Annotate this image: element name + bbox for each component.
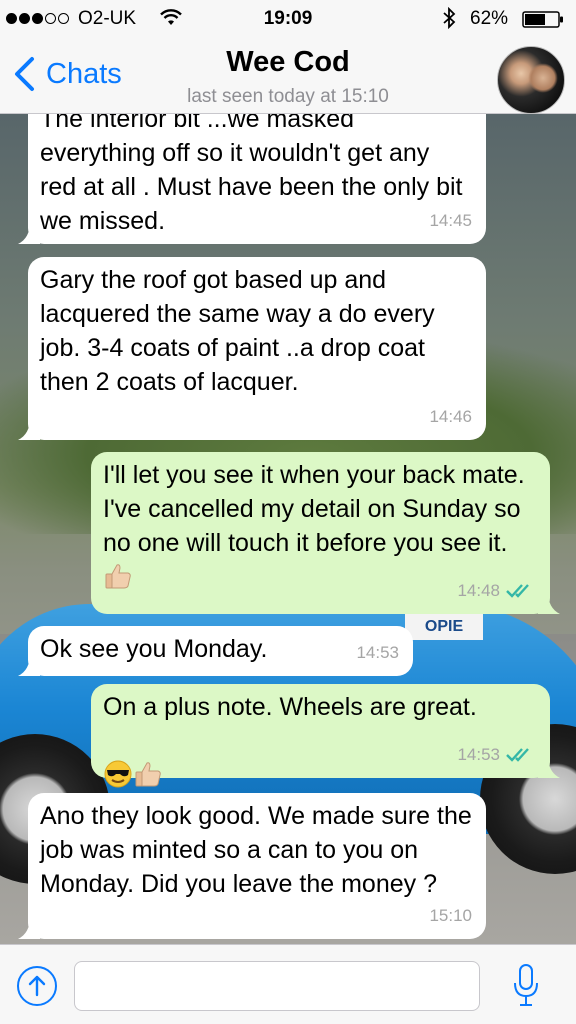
double-check-icon xyxy=(506,584,529,598)
contact-name[interactable]: Wee Cod xyxy=(0,46,576,79)
thumbs-up-emoji xyxy=(105,564,131,589)
message-timestamp: 14:45 xyxy=(429,211,472,230)
last-seen-status: last seen today at 15:10 xyxy=(187,86,389,107)
message-timestamp: 14:53 xyxy=(457,738,536,772)
message-text: Ano they look good. We made sure the job… xyxy=(40,802,472,898)
message-timestamp: 15:10 xyxy=(429,906,472,925)
message-incoming[interactable]: Gary the roof got based up and lacquered… xyxy=(18,257,486,440)
bubble-tail xyxy=(18,222,40,244)
chat-header: Chats Wee Cod last seen today at 15:10 xyxy=(0,38,576,114)
sunglasses-emoji xyxy=(104,760,132,788)
bubble-tail xyxy=(18,917,40,939)
message-incoming[interactable]: Ok see you Monday. 14:53 xyxy=(18,626,413,676)
message-incoming[interactable]: The interior bit ...we masked everything… xyxy=(18,114,486,244)
message-text: Ok see you Monday. xyxy=(40,635,268,663)
message-timestamp: 14:46 xyxy=(429,407,472,426)
bluetooth-icon xyxy=(443,7,456,29)
bubble-tail xyxy=(18,418,40,440)
bubble-tail xyxy=(18,654,40,676)
bubble-tail xyxy=(538,756,560,778)
message-timestamp: 14:48 xyxy=(457,574,536,608)
contact-avatar[interactable] xyxy=(497,46,565,114)
message-composer xyxy=(0,944,576,1024)
message-timestamp: 14:53 xyxy=(356,643,399,662)
message-text: The interior bit ...we masked everything… xyxy=(40,114,463,235)
battery-icon xyxy=(522,11,563,28)
message-outgoing[interactable]: I'll let you see it when your back mate.… xyxy=(91,452,560,614)
message-input[interactable] xyxy=(74,961,480,1011)
thumbs-up-emoji xyxy=(135,762,161,787)
attach-icon[interactable] xyxy=(16,965,58,1007)
message-outgoing[interactable]: On a plus note. Wheels are great. 14:53 xyxy=(91,684,560,788)
status-bar: O2-UK 19:09 62% xyxy=(0,0,576,38)
message-text: Gary the roof got based up and lacquered… xyxy=(40,266,435,396)
message-incoming[interactable]: Ano they look good. We made sure the job… xyxy=(18,793,486,939)
message-list[interactable]: The interior bit ...we masked everything… xyxy=(0,114,576,944)
battery-percent: 62% xyxy=(470,8,509,29)
double-check-icon xyxy=(506,748,529,762)
microphone-icon[interactable] xyxy=(512,963,540,1009)
bubble-tail xyxy=(538,592,560,614)
